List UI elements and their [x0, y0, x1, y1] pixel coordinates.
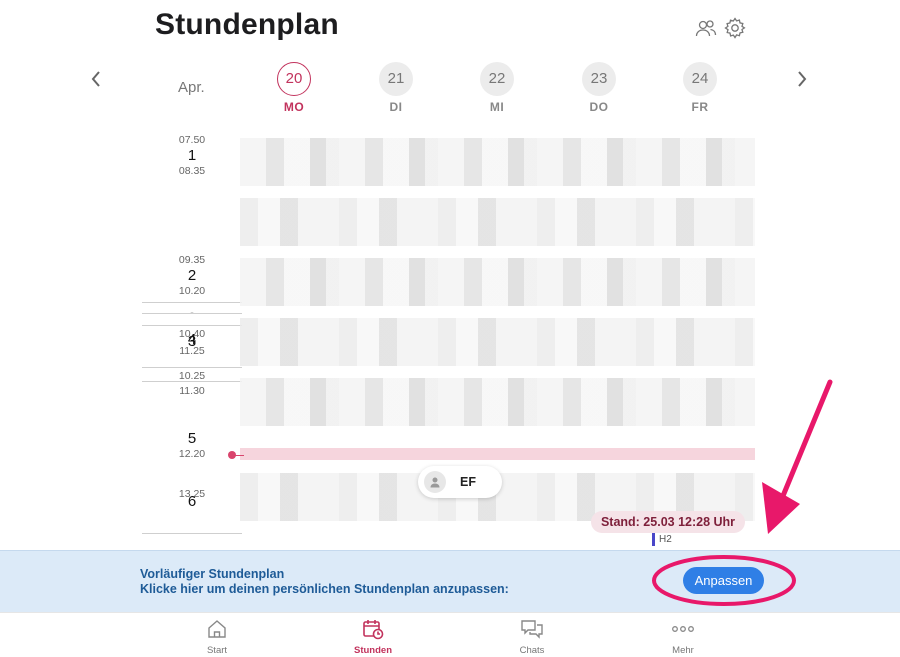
divider — [142, 533, 242, 534]
people-icon[interactable] — [694, 16, 718, 40]
tab-label: Start — [206, 645, 228, 656]
period-number: 4 — [187, 331, 197, 348]
period-start: 11.30 — [179, 385, 205, 397]
room-label: H2 — [652, 533, 672, 546]
day-label: MO — [283, 100, 305, 114]
more-icon — [643, 618, 723, 640]
annotation-arrow — [762, 379, 833, 534]
banner-title: Vorläufiger Stundenplan — [140, 567, 285, 581]
day-fri[interactable]: 24 FR — [682, 62, 718, 114]
banner-text: Klicke hier um deinen persönlichen Stund… — [140, 582, 509, 596]
next-week-chevron-icon[interactable] — [790, 66, 814, 92]
day-label: MI — [489, 100, 505, 114]
period-4: 4 — [172, 331, 212, 349]
person-icon — [424, 471, 446, 493]
annotation-ellipse — [652, 555, 796, 606]
period-end: 08.35 — [178, 165, 206, 177]
page-title: Stundenplan — [155, 8, 339, 41]
tab-label: Stunden — [354, 645, 392, 656]
tab-stunden[interactable]: Stunden — [333, 618, 413, 656]
bottom-tab-bar: Start Stunden Chats Mehr — [0, 612, 900, 657]
status-badge: Stand: 25.03 12:28 Uhr — [591, 511, 745, 533]
day-number: 23 — [582, 62, 616, 96]
tab-label: Mehr — [672, 645, 694, 656]
period-number: 5 — [187, 430, 197, 447]
divider — [142, 325, 242, 326]
period-start: 07.50 — [178, 134, 206, 146]
period-2: 09.35 2 10.20 — [172, 254, 212, 298]
teacher-label: EF — [460, 475, 476, 489]
timetable-row — [240, 378, 755, 426]
period-1: 07.50 1 08.35 — [172, 134, 212, 178]
day-number: 24 — [683, 62, 717, 96]
home-icon — [177, 618, 257, 640]
teacher-chip[interactable]: EF — [418, 466, 502, 498]
day-thu[interactable]: 23 DO — [581, 62, 617, 114]
day-wed[interactable]: 22 MI — [479, 62, 515, 114]
tab-start[interactable]: Start — [177, 618, 257, 656]
current-time-band — [240, 448, 755, 460]
timetable-row — [240, 258, 755, 306]
day-label: FR — [691, 100, 709, 114]
period-number: 2 — [187, 267, 197, 284]
chat-icon — [492, 618, 572, 640]
current-time-line — [234, 455, 244, 456]
day-number: 20 — [277, 62, 311, 96]
period-6: 13.25 6 — [172, 488, 212, 511]
tab-label: Chats — [519, 645, 545, 656]
day-label: DI — [389, 100, 403, 114]
period-end: 12.20 — [178, 448, 206, 460]
tab-chats[interactable]: Chats — [492, 618, 572, 656]
gear-icon[interactable] — [723, 16, 747, 40]
divider — [142, 313, 242, 314]
day-mon[interactable]: 20 MO — [276, 62, 312, 114]
timetable-row — [240, 138, 755, 186]
timetable-row — [240, 198, 755, 246]
day-number: 22 — [480, 62, 514, 96]
divider — [142, 381, 242, 382]
prev-week-chevron-icon[interactable] — [84, 66, 108, 92]
day-number: 21 — [379, 62, 413, 96]
period-end: 10.20 — [178, 285, 206, 297]
divider — [142, 302, 242, 303]
period-5: 11.30 5 12.20 — [172, 385, 212, 461]
tab-mehr[interactable]: Mehr — [643, 618, 723, 656]
day-label: DO — [589, 100, 609, 114]
calendar-clock-icon — [333, 618, 413, 640]
month-label: Apr. — [178, 79, 205, 96]
divider — [142, 367, 242, 368]
period-number: 1 — [187, 147, 197, 164]
period-start: 09.35 — [178, 254, 206, 266]
day-tue[interactable]: 21 DI — [378, 62, 414, 114]
timetable-row — [240, 318, 755, 366]
